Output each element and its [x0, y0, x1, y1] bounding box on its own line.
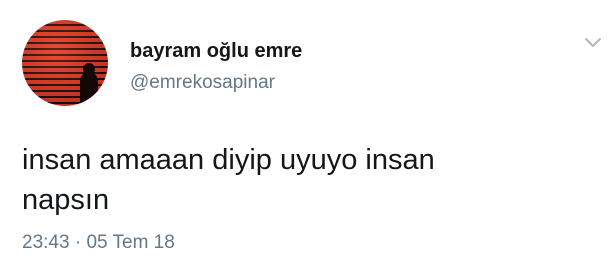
tweet-text-line: insan amaaan diyip uyuyo insan — [22, 144, 435, 176]
tweet-date: 05 Tem 18 — [86, 232, 175, 253]
tweet-timestamp[interactable]: 23:43 · 05 Tem 18 — [22, 232, 175, 254]
avatar-figure — [80, 63, 98, 106]
user-handle[interactable]: @emrekosapinar — [130, 72, 275, 94]
display-name[interactable]: bayram oğlu emre — [130, 40, 302, 63]
avatar[interactable] — [22, 20, 108, 106]
tweet-text: insan amaaan diyip uyuyo insan napsın — [22, 140, 582, 220]
tweet-time: 23:43 — [22, 232, 70, 253]
tweet-text-line: napsın — [22, 184, 110, 216]
meta-separator: · — [74, 232, 82, 253]
tweet-card: bayram oğlu emre @emrekosapinar insan am… — [0, 0, 616, 280]
chevron-down-icon[interactable] — [583, 36, 603, 50]
